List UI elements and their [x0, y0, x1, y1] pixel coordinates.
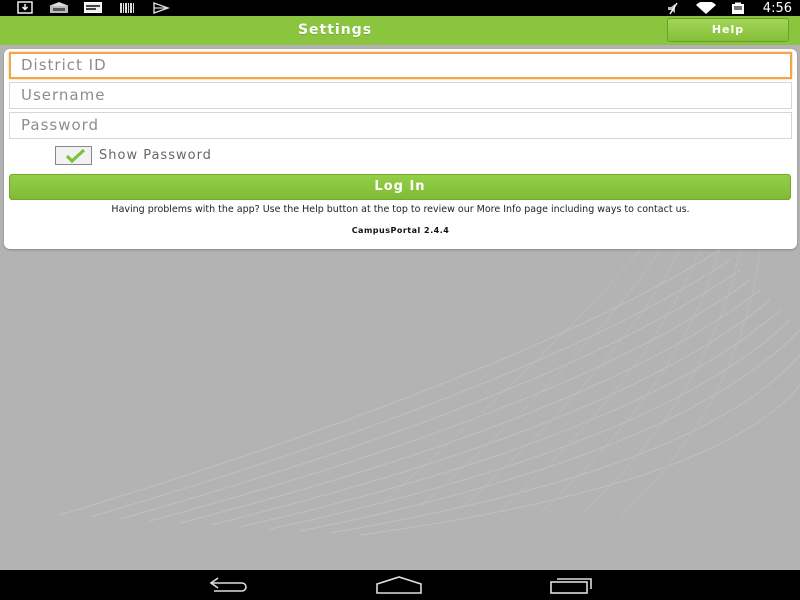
- back-button[interactable]: [203, 575, 253, 595]
- username-field[interactable]: [9, 82, 792, 109]
- show-password-row[interactable]: Show Password: [55, 146, 212, 165]
- barcode-icon: [116, 1, 138, 14]
- recents-button[interactable]: [546, 575, 596, 595]
- mute-icon: [663, 2, 685, 15]
- media-icon: [48, 1, 70, 14]
- clock: 4:56: [762, 0, 792, 16]
- page-title: Settings: [297, 22, 373, 38]
- navigation-bar: [0, 570, 800, 600]
- wifi-icon: [695, 1, 717, 15]
- download-icon: [14, 1, 36, 14]
- battery-icon: [727, 2, 749, 15]
- action-bar: Settings Help: [0, 16, 800, 45]
- recents-icon: [550, 578, 592, 594]
- checkmark-icon: [65, 148, 85, 163]
- log-in-button[interactable]: Log In: [9, 174, 791, 200]
- help-message: Having problems with the app? Use the He…: [111, 204, 690, 215]
- status-bar: 4:56: [0, 0, 800, 16]
- show-password-checkbox[interactable]: [55, 146, 92, 165]
- username-input[interactable]: [21, 86, 791, 104]
- notification-icons: [14, 1, 172, 14]
- home-button[interactable]: [374, 575, 424, 595]
- show-password-label: Show Password: [99, 148, 212, 163]
- home-icon: [376, 576, 422, 594]
- district-id-input[interactable]: [21, 56, 790, 74]
- login-card: Show Password Log In Having problems wit…: [4, 49, 797, 249]
- back-icon: [209, 577, 247, 592]
- app-version: CampusPortal 2.4.4: [351, 226, 450, 235]
- playstore-icon: [150, 1, 172, 14]
- district-id-field[interactable]: [9, 52, 792, 79]
- help-button[interactable]: Help: [667, 18, 789, 42]
- password-input[interactable]: [21, 116, 791, 134]
- image-icon: [82, 1, 104, 14]
- password-field[interactable]: [9, 112, 792, 139]
